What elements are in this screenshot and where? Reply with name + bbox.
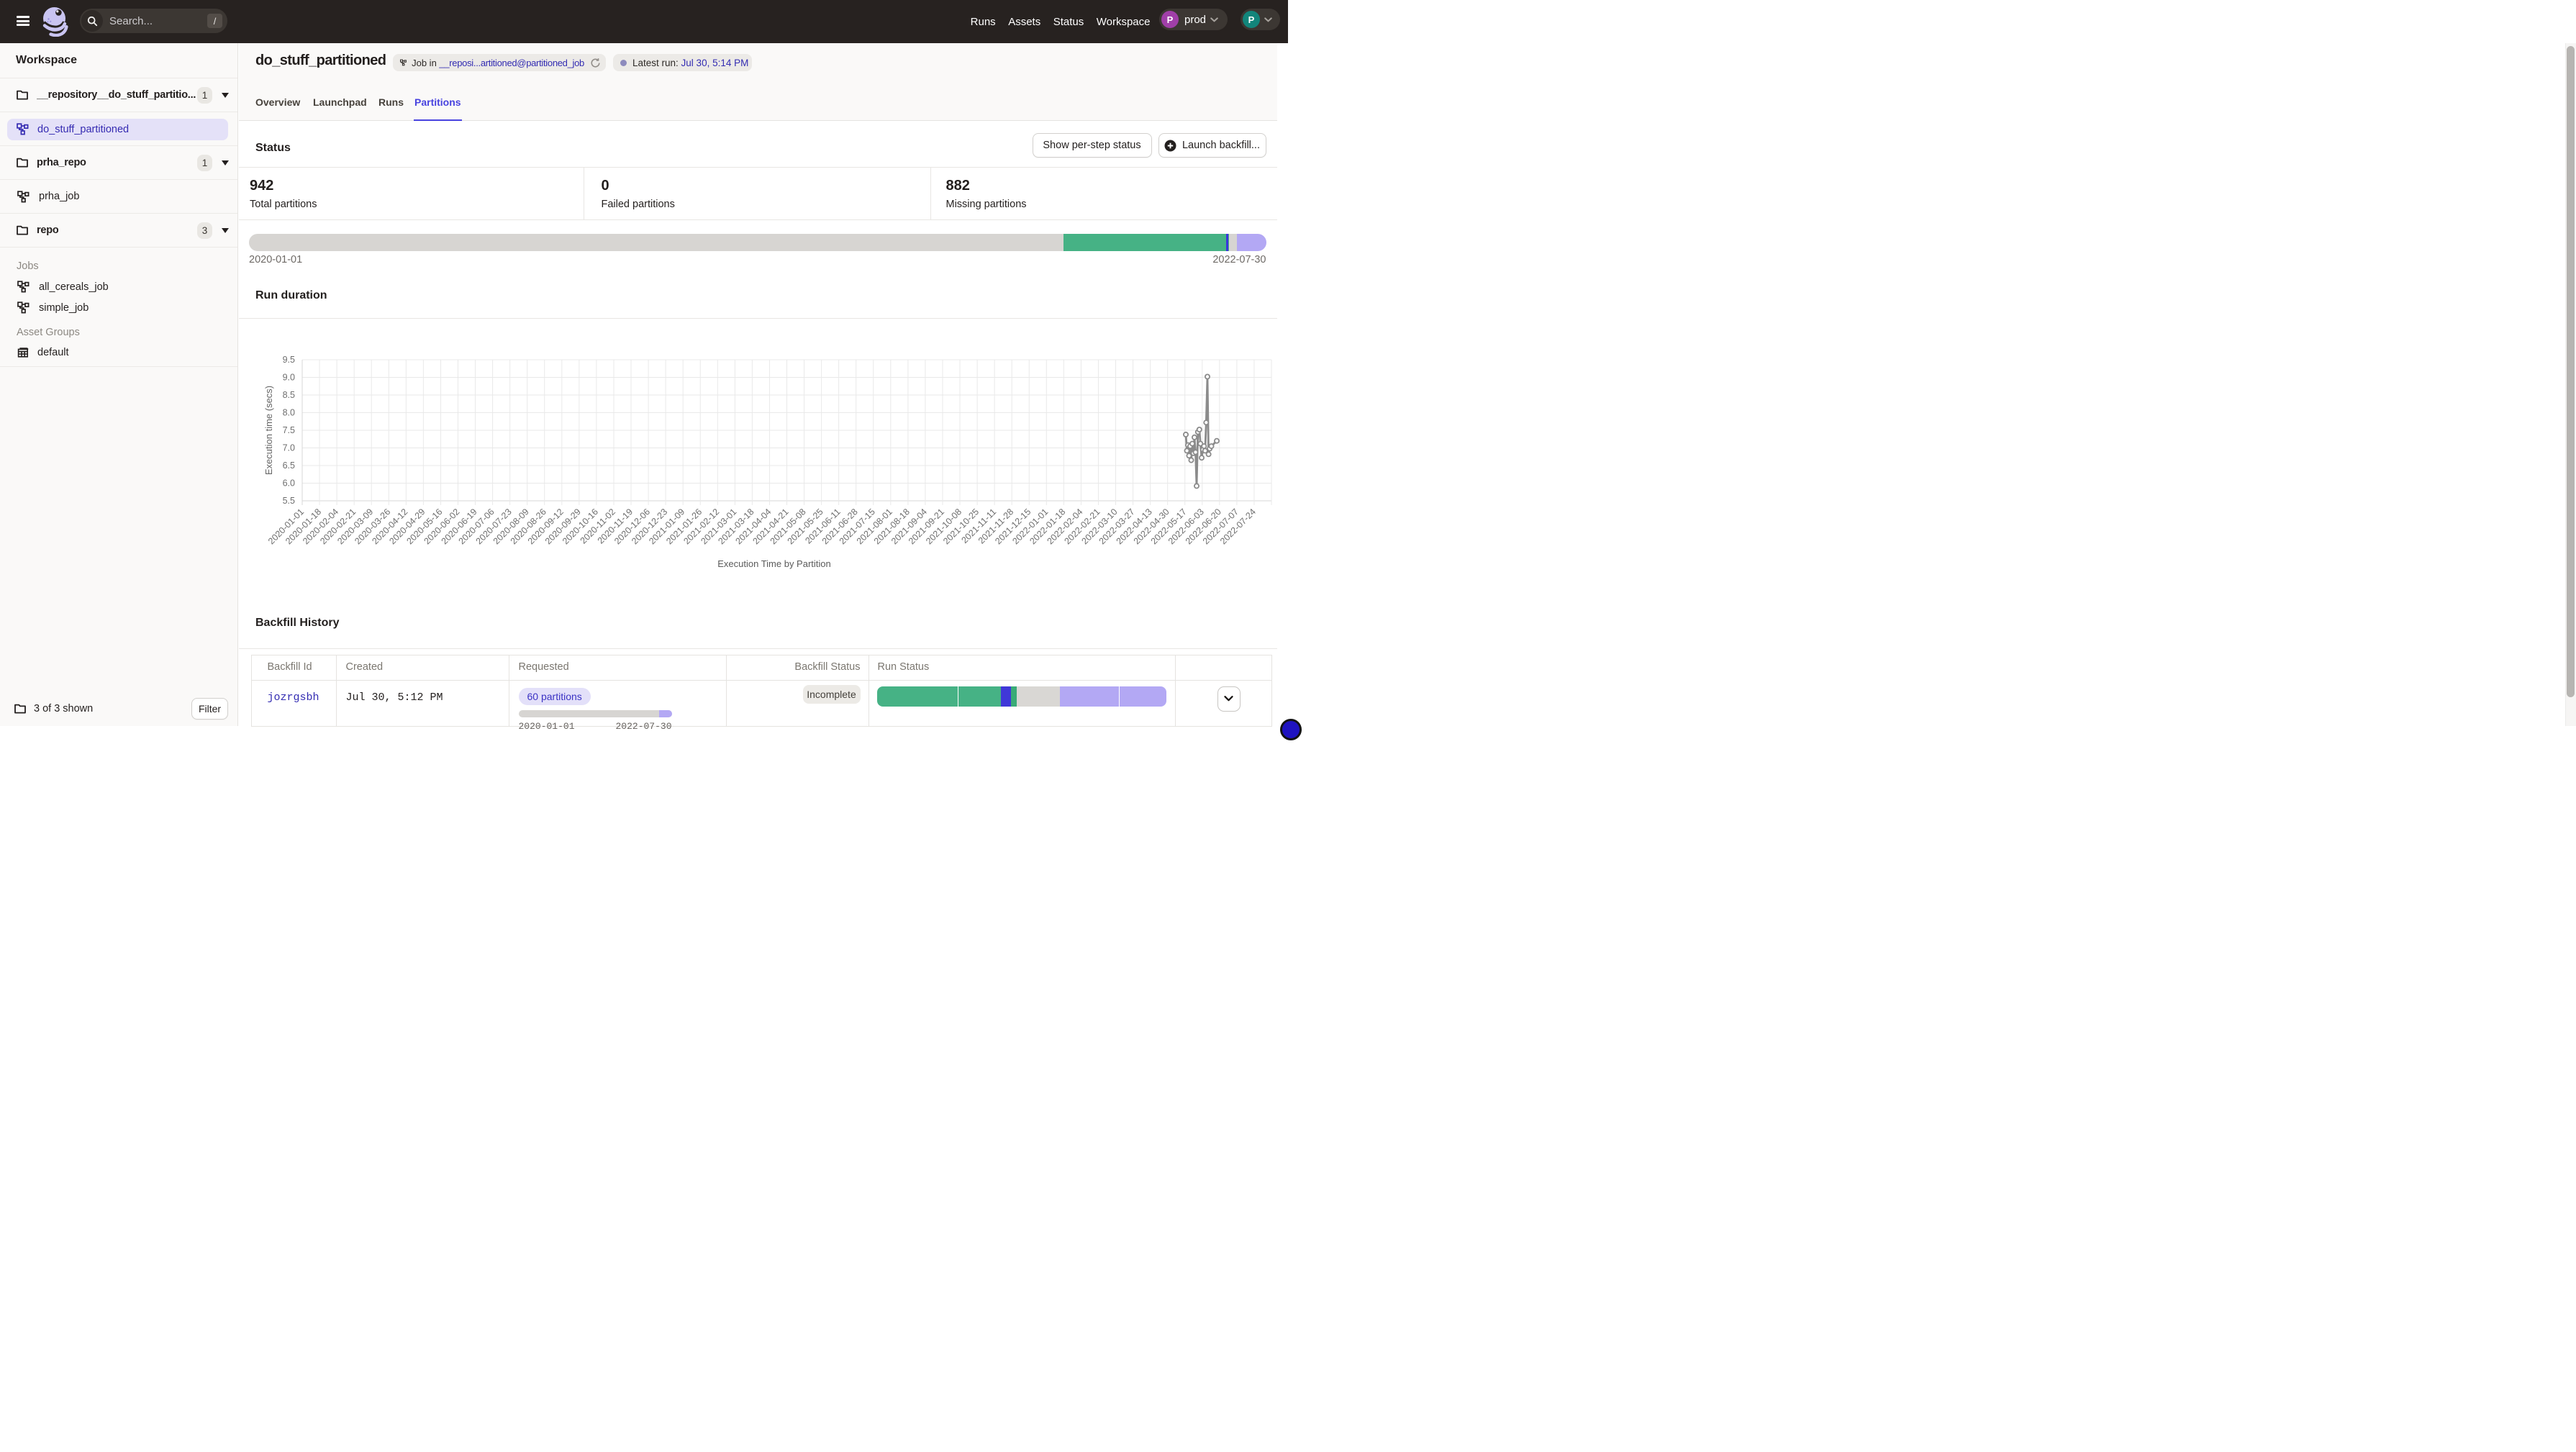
svg-text:Execution time (secs): Execution time (secs) — [263, 385, 274, 474]
svg-text:6.0: 6.0 — [283, 478, 295, 488]
svg-text:6.5: 6.5 — [283, 460, 295, 471]
svg-text:8.0: 8.0 — [283, 407, 295, 417]
svg-text:9.0: 9.0 — [283, 372, 295, 382]
svg-text:5.5: 5.5 — [283, 496, 295, 506]
svg-text:7.5: 7.5 — [283, 425, 295, 435]
svg-text:9.5: 9.5 — [283, 355, 295, 365]
svg-text:8.5: 8.5 — [283, 390, 295, 400]
svg-text:Execution Time by Partition: Execution Time by Partition — [717, 558, 831, 569]
svg-text:7.0: 7.0 — [283, 443, 295, 453]
